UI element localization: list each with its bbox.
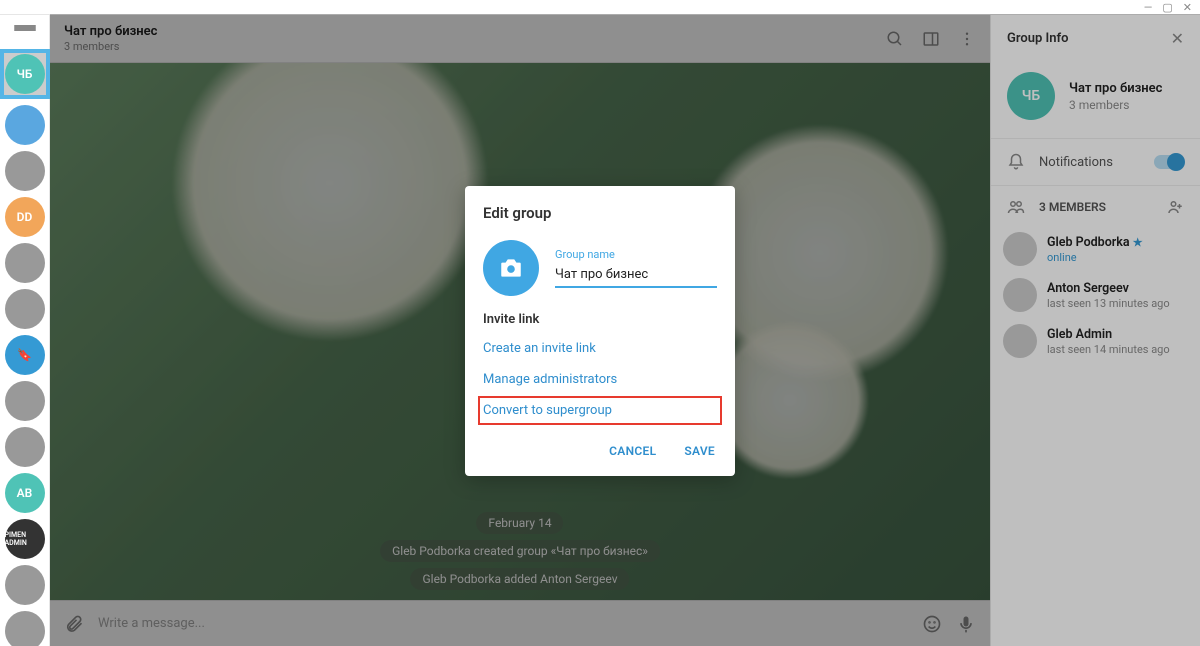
manage-administrators-link[interactable]: Manage administrators: [483, 364, 717, 395]
modal-title: Edit group: [483, 204, 717, 222]
chat-list-item[interactable]: AB: [5, 473, 45, 513]
chat-list-rail: ЧБ DD 🔖 AB PIMEN ADMIN: [0, 15, 50, 646]
create-invite-link[interactable]: Create an invite link: [483, 333, 717, 364]
save-button[interactable]: SAVE: [682, 438, 717, 464]
chat-list-item[interactable]: [5, 105, 45, 145]
edit-group-modal: Edit group Group name Invite link Create…: [465, 186, 735, 476]
group-name-input[interactable]: [555, 265, 717, 288]
chat-list-item[interactable]: [5, 243, 45, 283]
chat-list-item[interactable]: 🔖: [5, 335, 45, 375]
minimize-icon[interactable]: —: [1144, 1, 1153, 14]
chat-list-item-selected[interactable]: ЧБ: [0, 49, 50, 99]
chat-list-item[interactable]: [5, 381, 45, 421]
chat-list-item[interactable]: [5, 427, 45, 467]
chat-list-item[interactable]: [5, 151, 45, 191]
invite-link-section-title: Invite link: [483, 312, 717, 327]
chat-list-item[interactable]: PIMEN ADMIN: [5, 519, 45, 559]
maximize-icon[interactable]: ▢: [1162, 1, 1172, 14]
convert-to-supergroup-link[interactable]: Convert to supergroup: [479, 397, 721, 424]
chat-list-item[interactable]: DD: [5, 197, 45, 237]
group-name-label: Group name: [555, 248, 717, 261]
window-controls: — ▢ ✕: [0, 0, 1200, 14]
chat-list-item[interactable]: [5, 611, 45, 646]
close-window-icon[interactable]: ✕: [1183, 1, 1192, 14]
cancel-button[interactable]: CANCEL: [607, 438, 658, 464]
set-photo-button[interactable]: [483, 240, 539, 296]
chat-list-item[interactable]: [5, 289, 45, 329]
hamburger-menu-icon[interactable]: [14, 25, 36, 31]
chat-list-item[interactable]: [5, 565, 45, 605]
